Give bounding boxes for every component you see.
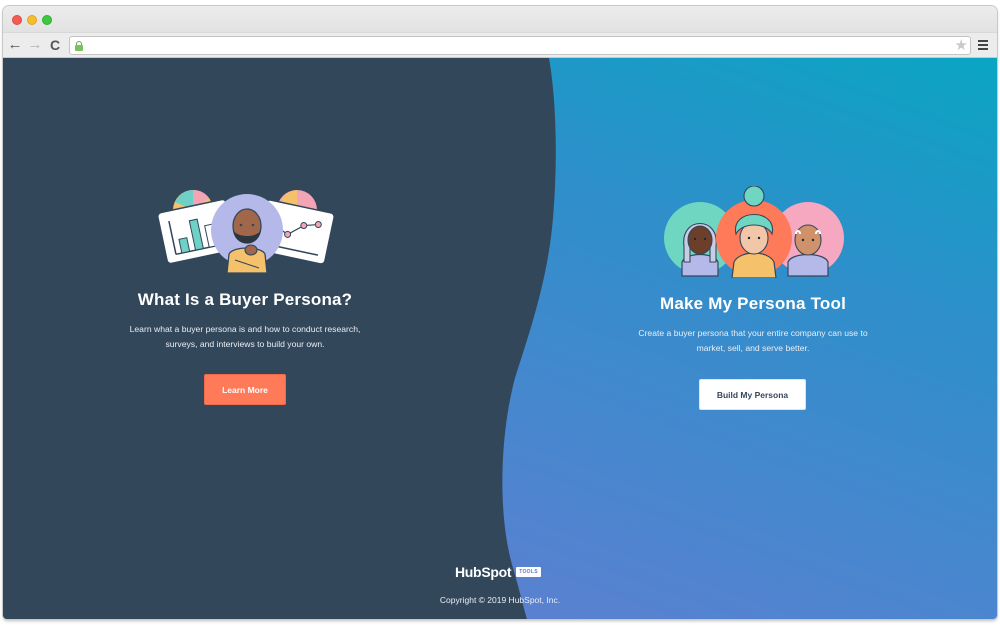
page-content: What Is a Buyer Persona? Learn what a bu…	[3, 58, 997, 619]
lock-icon	[75, 41, 83, 51]
personas-group-illustration	[664, 186, 844, 278]
reload-icon[interactable]: C	[47, 36, 63, 54]
maximize-window-button[interactable]	[42, 15, 52, 25]
back-arrow-icon[interactable]: ←	[7, 36, 23, 54]
address-bar[interactable]: ★	[69, 36, 971, 55]
browser-window: ← → C ★ What Is a Buyer Persona? Learn w…	[3, 6, 997, 619]
copyright-text: Copyright © 2019 HubSpot, Inc.	[439, 595, 561, 605]
build-my-persona-button[interactable]: Build My Persona	[699, 379, 806, 410]
title-bar	[3, 6, 997, 32]
buyer-persona-illustration	[157, 190, 335, 273]
persona-tool-description-line-2: market, sell, and serve better.	[696, 343, 810, 353]
bookmark-star-icon[interactable]: ★	[955, 36, 968, 54]
hamburger-menu-icon[interactable]	[978, 40, 988, 50]
learn-more-button[interactable]: Learn More	[204, 374, 286, 405]
tools-badge: TOOLS	[516, 567, 541, 577]
hubspot-tools-logo[interactable]: HubSpot TOOLS	[455, 564, 541, 580]
hubspot-logo-text: HubSpot	[455, 564, 512, 580]
minimize-window-button[interactable]	[27, 15, 37, 25]
buyer-persona-info-panel: What Is a Buyer Persona? Learn what a bu…	[75, 58, 415, 619]
buyer-persona-title: What Is a Buyer Persona?	[137, 290, 353, 309]
persona-tool-description-line-1: Create a buyer persona that your entire …	[638, 328, 868, 338]
forward-arrow-icon[interactable]: →	[27, 36, 43, 54]
buyer-persona-description-line-2: surveys, and interviews to build your ow…	[165, 339, 325, 349]
close-window-button[interactable]	[12, 15, 22, 25]
persona-tool-title: Make My Persona Tool	[659, 294, 846, 313]
browser-toolbar: ← → C ★	[3, 32, 997, 58]
buyer-persona-description-line-1: Learn what a buyer persona is and how to…	[129, 324, 361, 334]
persona-tool-panel: Make My Persona Tool Create a buyer pers…	[603, 58, 903, 619]
